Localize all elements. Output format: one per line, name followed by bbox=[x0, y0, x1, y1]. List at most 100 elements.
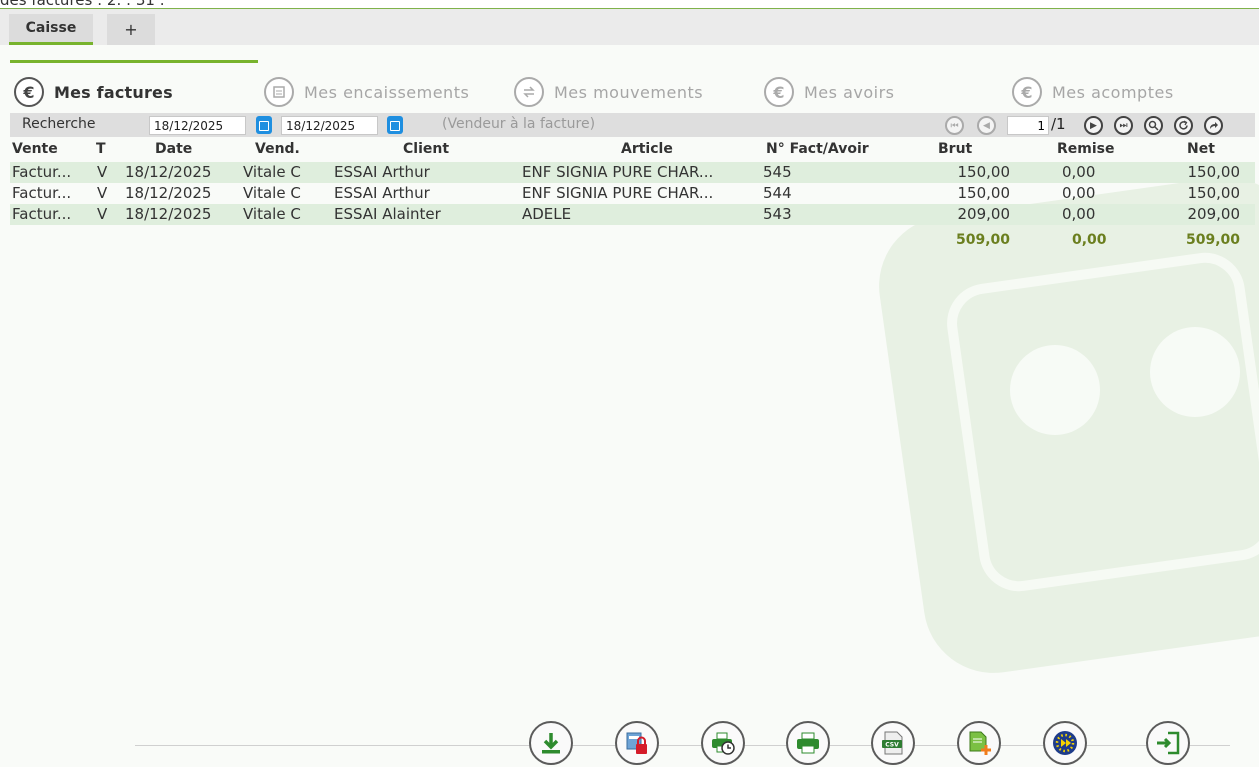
lock-register-button[interactable] bbox=[615, 721, 659, 765]
add-tab-button[interactable]: + bbox=[107, 14, 155, 45]
eu-stars-icon bbox=[1053, 731, 1077, 755]
watermark-frame bbox=[941, 247, 1259, 597]
euro-circle-icon: € bbox=[764, 77, 794, 107]
tab-caisse[interactable]: Caisse bbox=[9, 14, 93, 45]
nav-mes-avoirs-label: Mes avoirs bbox=[804, 82, 895, 102]
cell-vend: Vitale C bbox=[243, 184, 301, 202]
cell-vente: Factur... bbox=[12, 184, 72, 202]
col-vend[interactable]: Vend. bbox=[255, 141, 300, 157]
col-num[interactable]: N° Fact/Avoir bbox=[766, 141, 869, 157]
cell-t: V bbox=[97, 184, 108, 202]
exit-door-icon bbox=[1157, 731, 1180, 755]
totals-row: 509,00 0,00 509,00 bbox=[10, 231, 1255, 249]
export-csv-button[interactable]: CSV bbox=[871, 721, 915, 765]
cell-net: 209,00 bbox=[1187, 205, 1241, 223]
calendar-to-icon[interactable] bbox=[387, 116, 403, 134]
euro-circle-icon: € bbox=[14, 77, 44, 107]
cell-vend: Vitale C bbox=[243, 205, 301, 223]
col-client[interactable]: Client bbox=[403, 141, 449, 157]
cell-remise: 0,00 bbox=[1062, 184, 1096, 202]
nav-mes-acomptes-label: Mes acomptes bbox=[1052, 82, 1174, 102]
cell-date: 18/12/2025 bbox=[125, 184, 212, 202]
nav-mes-avoirs[interactable]: € Mes avoirs bbox=[764, 70, 895, 114]
euro-circle-icon: € bbox=[1012, 77, 1042, 107]
nav-mes-mouvements-label: Mes mouvements bbox=[554, 82, 704, 102]
new-invoice-button[interactable] bbox=[957, 721, 1001, 765]
transfer-icon bbox=[514, 77, 544, 107]
active-subtab-indicator bbox=[10, 60, 258, 63]
table-row[interactable]: Factur... V 18/12/2025 Vitale C ESSAI Al… bbox=[10, 204, 1255, 225]
sepa-button[interactable] bbox=[1043, 721, 1087, 765]
cell-brut: 150,00 bbox=[957, 184, 1011, 202]
print-timer-icon bbox=[712, 732, 735, 755]
download-button[interactable] bbox=[529, 721, 573, 765]
download-icon bbox=[542, 733, 560, 754]
cash-register-icon bbox=[264, 77, 294, 107]
print-later-button[interactable] bbox=[701, 721, 745, 765]
nav-mes-acomptes[interactable]: € Mes acomptes bbox=[1012, 70, 1174, 114]
calendar-from-icon[interactable] bbox=[256, 116, 272, 134]
search-icon[interactable] bbox=[1144, 116, 1163, 135]
search-label: Recherche bbox=[22, 116, 96, 132]
cell-brut: 209,00 bbox=[957, 205, 1011, 223]
table-row[interactable]: Factur... V 18/12/2025 Vitale C ESSAI Ar… bbox=[10, 162, 1255, 183]
first-page-icon[interactable]: ⏮ bbox=[945, 116, 964, 135]
cell-vend: Vitale C bbox=[243, 163, 301, 181]
cell-net: 150,00 bbox=[1187, 184, 1241, 202]
page-total: /1 bbox=[1051, 115, 1066, 133]
cell-article: ADELE bbox=[522, 205, 572, 223]
nav-mes-encaissements-label: Mes encaissements bbox=[304, 82, 470, 102]
cell-num: 545 bbox=[763, 163, 792, 181]
watermark-lens-left bbox=[1010, 345, 1100, 435]
page-number-input[interactable] bbox=[1007, 116, 1049, 135]
cell-remise: 0,00 bbox=[1062, 205, 1096, 223]
cell-net: 150,00 bbox=[1187, 163, 1241, 181]
printer-icon bbox=[797, 732, 819, 754]
cell-date: 18/12/2025 bbox=[125, 163, 212, 181]
nav-mes-encaissements[interactable]: Mes encaissements bbox=[264, 70, 469, 114]
search-bar: Recherche (Vendeur à la facture) ⏮ ◀ /1 … bbox=[10, 113, 1255, 137]
csv-file-icon: CSV bbox=[882, 731, 903, 755]
cell-remise: 0,00 bbox=[1062, 163, 1096, 181]
svg-text:CSV: CSV bbox=[885, 742, 899, 749]
nav-mes-factures[interactable]: € Mes factures bbox=[14, 70, 173, 114]
cell-brut: 150,00 bbox=[957, 163, 1011, 181]
tab-bar: Caisse + bbox=[0, 9, 1259, 45]
cell-vente: Factur... bbox=[12, 205, 72, 223]
vendeur-filter-hint[interactable]: (Vendeur à la facture) bbox=[442, 116, 595, 132]
date-to-field[interactable] bbox=[281, 116, 378, 135]
main-content: € Mes factures Mes encaissements Mes mou… bbox=[0, 45, 1259, 767]
col-brut[interactable]: Brut bbox=[938, 141, 972, 157]
last-page-icon[interactable]: ⏭ bbox=[1114, 116, 1133, 135]
next-page-icon[interactable]: ▶ bbox=[1084, 116, 1103, 135]
cell-date: 18/12/2025 bbox=[125, 205, 212, 223]
total-brut: 509,00 bbox=[955, 232, 1010, 248]
col-vente[interactable]: Vente bbox=[12, 141, 58, 157]
watermark-lens-right bbox=[1150, 327, 1240, 417]
col-article[interactable]: Article bbox=[621, 141, 673, 157]
cell-vente: Factur... bbox=[12, 163, 72, 181]
col-net[interactable]: Net bbox=[1187, 141, 1215, 157]
cell-num: 543 bbox=[763, 205, 792, 223]
col-date[interactable]: Date bbox=[155, 141, 192, 157]
total-remise: 0,00 bbox=[1072, 232, 1107, 248]
cell-article: ENF SIGNIA PURE CHAR... bbox=[522, 163, 714, 181]
date-from-field[interactable] bbox=[149, 116, 246, 135]
nav-mes-mouvements[interactable]: Mes mouvements bbox=[514, 70, 703, 114]
cell-client: ESSAI Arthur bbox=[334, 184, 430, 202]
cell-article: ENF SIGNIA PURE CHAR... bbox=[522, 184, 714, 202]
register-lock-icon bbox=[626, 732, 647, 754]
forward-arrow-icon[interactable] bbox=[1204, 116, 1223, 135]
exit-button[interactable] bbox=[1146, 721, 1190, 765]
table-row[interactable]: Factur... V 18/12/2025 Vitale C ESSAI Ar… bbox=[10, 183, 1255, 204]
print-button[interactable] bbox=[786, 721, 830, 765]
previous-page-icon[interactable]: ◀ bbox=[977, 116, 996, 135]
col-remise[interactable]: Remise bbox=[1057, 141, 1115, 157]
cell-client: ESSAI Arthur bbox=[334, 163, 430, 181]
nav-mes-factures-label: Mes factures bbox=[54, 82, 173, 102]
total-net: 509,00 bbox=[1185, 232, 1240, 248]
refresh-icon[interactable] bbox=[1174, 116, 1193, 135]
cell-num: 544 bbox=[763, 184, 792, 202]
col-t[interactable]: T bbox=[96, 141, 106, 157]
cell-client: ESSAI Alainter bbox=[334, 205, 441, 223]
